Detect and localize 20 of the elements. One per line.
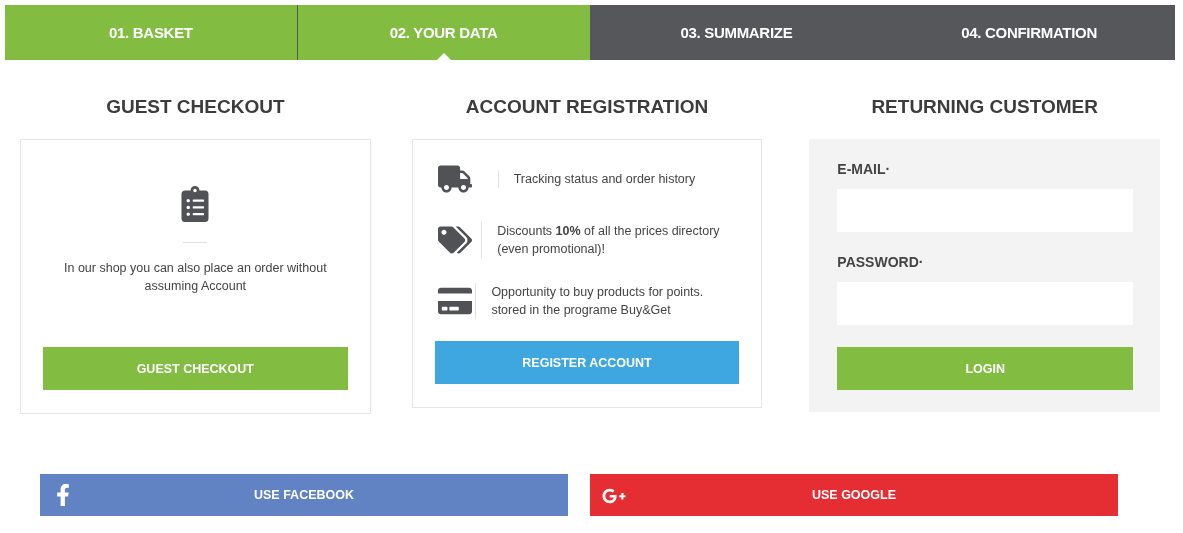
register-account-button[interactable]: REGISTER ACCOUNT	[434, 341, 740, 384]
field-label: E-MAIL·	[837, 161, 892, 177]
tag-icon	[437, 223, 472, 257]
benefit-text: Discounts 10% of all the prices directory (even promotional)!	[481, 222, 740, 258]
benefit-text: Opportunity to buy products for points. stored in the programe Buy&Get	[475, 283, 740, 319]
checkout-step[interactable]: 01. BASKET	[5, 5, 297, 60]
benefit-text: Tracking status and order history	[497, 170, 696, 188]
section-title: RETURNING CUSTOMER	[870, 96, 1099, 119]
section-title: ACCOUNT REGISTRATION	[464, 96, 710, 119]
guest-description: In our shop you can also place an order without assuming Account	[63, 260, 328, 295]
guest-checkout-button[interactable]: GUEST CHECKOUT	[43, 347, 348, 390]
section-title: GUEST CHECKOUT	[105, 96, 286, 119]
field-label: PASSWORD·	[837, 254, 925, 270]
social-login-button[interactable]: USE FACEBOOK	[40, 474, 568, 516]
checkout-step[interactable]: 03. SUMMARIZE	[589, 5, 883, 60]
login-button[interactable]: LOGIN	[837, 347, 1133, 390]
truck-icon	[437, 162, 472, 196]
social-login-button[interactable]: USE GOOGLE	[590, 474, 1118, 516]
checkout-step[interactable]: 02. YOUR DATA	[296, 5, 590, 60]
checkout-step[interactable]: 04. CONFIRMATION	[882, 5, 1175, 60]
